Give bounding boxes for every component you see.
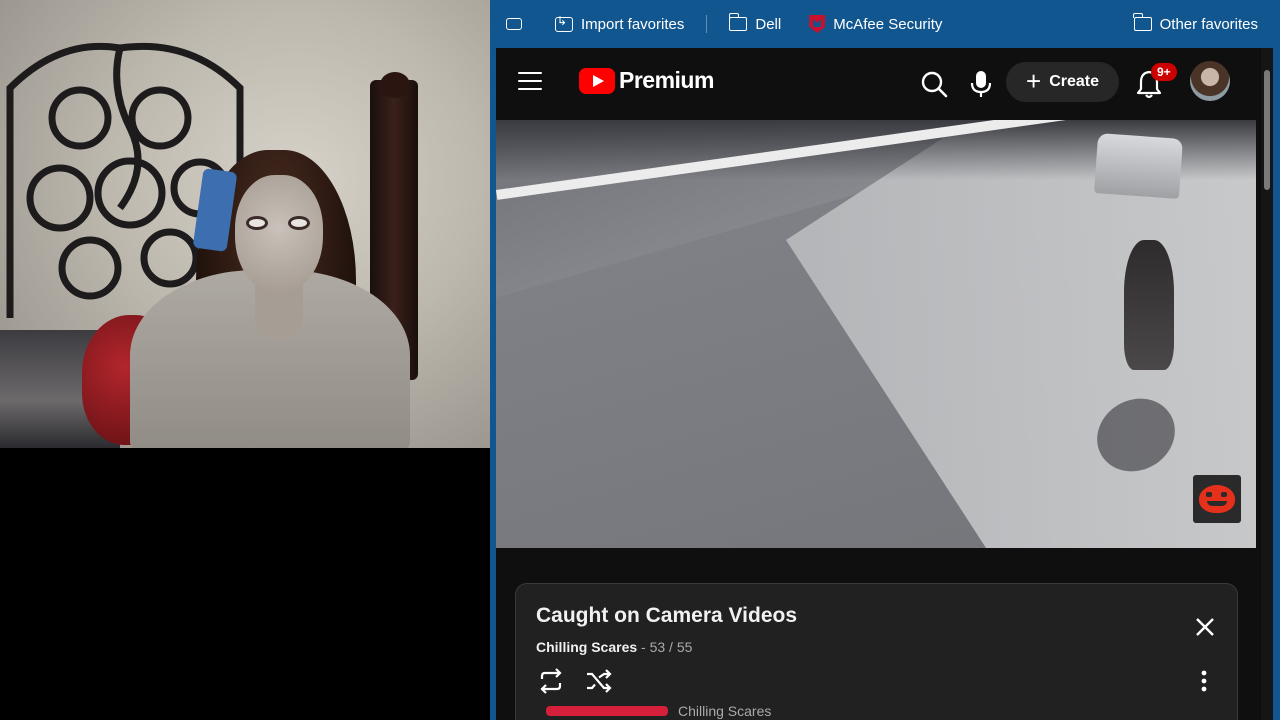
right-eye (291, 219, 307, 227)
logo-text: Premium (619, 67, 714, 93)
notification-badge: 9+ (1151, 63, 1177, 81)
favorite-label: Import favorites (581, 15, 685, 33)
shuffle-icon[interactable] (584, 666, 614, 696)
playlist-item[interactable]: Chilling Scares (546, 706, 1206, 720)
other-favorites[interactable]: Other favorites (1133, 0, 1258, 48)
playlist-channel[interactable]: Chilling Scares (536, 639, 637, 655)
video-figure (1124, 240, 1174, 370)
scrollbar-thumb[interactable] (1264, 70, 1270, 190)
playlist-item-thumbnail (546, 706, 668, 716)
search-icon[interactable] (918, 68, 950, 100)
channel-watermark[interactable] (1193, 475, 1241, 523)
tab-actions-button[interactable] (506, 0, 522, 48)
playlist-panel: Caught on Camera Videos Chilling Scares … (515, 583, 1238, 720)
page-scrollbar[interactable] (1261, 48, 1273, 720)
favorite-dell[interactable]: Dell (728, 0, 782, 48)
favorites-separator (706, 15, 708, 33)
playlist-position: - 53 / 55 (641, 639, 693, 655)
tab-actions-icon (506, 18, 522, 30)
other-favorites-label: Other favorites (1159, 15, 1258, 33)
left-eye (249, 219, 265, 227)
play-logo-icon (579, 67, 615, 94)
favorites-bar: Import favorites Dell McAfee Security Ot… (490, 0, 1280, 48)
import-icon (555, 14, 573, 32)
playlist-title[interactable]: Caught on Camera Videos (536, 604, 797, 628)
video-player[interactable] (496, 120, 1256, 548)
person-face (235, 175, 323, 293)
webcam-feed (0, 0, 490, 448)
playlist-subtitle: Chilling Scares - 53 / 55 (536, 639, 692, 655)
folder-icon (1133, 13, 1152, 31)
create-button[interactable]: + Create (1006, 62, 1119, 102)
loop-icon[interactable] (536, 666, 566, 696)
youtube-premium-logo[interactable]: Premium (579, 67, 714, 94)
plus-icon: + (1026, 66, 1042, 96)
bed-post-knob (380, 72, 410, 98)
favorite-label: McAfee Security (833, 15, 943, 33)
account-avatar[interactable] (1190, 61, 1230, 101)
mcafee-icon (809, 15, 826, 33)
pumpkin-face-icon (1199, 485, 1235, 513)
microphone-icon[interactable] (965, 68, 997, 100)
folder-icon (728, 13, 748, 31)
create-label: Create (1049, 73, 1099, 90)
video-truck (1094, 133, 1183, 199)
youtube-page: Premium + Create 9+ Caught on Camera Vid… (496, 48, 1273, 720)
favorite-label: Dell (755, 15, 782, 33)
favorite-mcafee[interactable]: McAfee Security (809, 0, 942, 48)
youtube-header: Premium + Create 9+ (496, 48, 1266, 120)
favorite-import[interactable]: Import favorites (555, 0, 684, 48)
close-icon[interactable] (1192, 614, 1218, 640)
more-options-icon[interactable] (1196, 668, 1212, 694)
playlist-item-channel: Chilling Scares (678, 706, 772, 719)
menu-button[interactable] (518, 72, 542, 90)
